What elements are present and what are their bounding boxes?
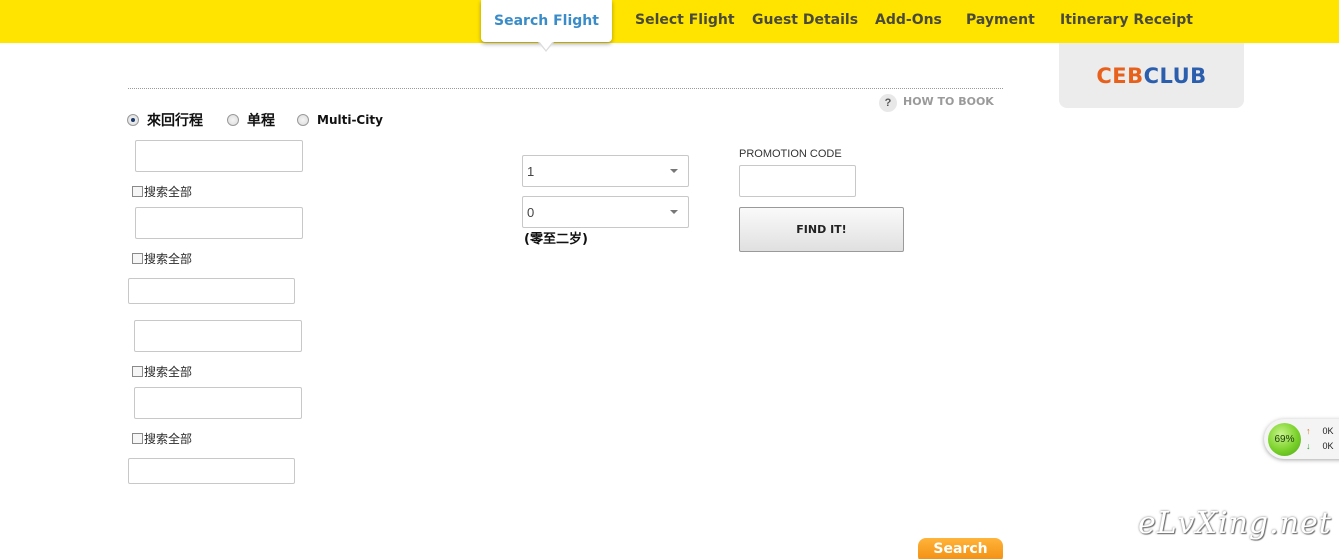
return-destination-search-all[interactable]: 搜索全部 [132, 430, 192, 447]
download-speed: 0K [1322, 441, 1334, 451]
how-to-book-link[interactable]: ? HOW TO BOOK [879, 91, 994, 112]
return-origin-search-all-label: 搜索全部 [144, 365, 193, 379]
tab-itinerary-receipt[interactable]: Itinerary Receipt [1060, 12, 1193, 28]
club-logo-ceb: CEB [1096, 63, 1144, 88]
origin-input[interactable] [135, 140, 303, 172]
chevron-down-icon [670, 169, 678, 173]
destination-search-all-label: 搜索全部 [144, 252, 193, 266]
search-button[interactable]: Search [918, 538, 1003, 559]
promotion-code-label: PROMOTION CODE [739, 148, 842, 160]
find-it-button[interactable]: FIND IT! [739, 207, 904, 252]
return-origin-search-all-checkbox[interactable] [132, 366, 143, 377]
tab-guest-details[interactable]: Guest Details [752, 12, 858, 28]
trip-type-round[interactable]: 來回行程 [127, 110, 203, 130]
adults-select[interactable]: 1 [522, 155, 689, 187]
adults-select-value: 1 [527, 163, 535, 179]
return-destination-search-all-label: 搜索全部 [144, 432, 193, 446]
multi-city-label: Multi-City [317, 113, 383, 127]
active-tab-pointer-inner [539, 41, 553, 50]
club-logo-club: CLUB [1143, 63, 1207, 88]
trip-type-multicity[interactable]: Multi-City [297, 113, 383, 127]
destination-input[interactable] [135, 207, 303, 239]
destination-search-all[interactable]: 搜索全部 [132, 250, 192, 267]
return-destination-search-all-checkbox[interactable] [132, 433, 143, 444]
tab-payment[interactable]: Payment [966, 12, 1035, 28]
return-date-input[interactable] [128, 458, 295, 484]
destination-search-all-checkbox[interactable] [132, 253, 143, 264]
origin-search-all-label: 搜索全部 [144, 185, 193, 199]
chevron-down-icon [670, 210, 678, 214]
upload-row: ↑ 0K [1306, 426, 1334, 436]
tab-select-flight[interactable]: Select Flight [635, 12, 735, 28]
children-select-value: 0 [527, 204, 535, 220]
multi-city-radio[interactable] [297, 114, 309, 126]
round-trip-label: 來回行程 [147, 113, 203, 129]
trip-type-oneway[interactable]: 单程 [227, 110, 275, 130]
children-select[interactable]: 0 [522, 196, 689, 228]
ceb-club-badge[interactable]: CEBCLUB [1059, 43, 1244, 108]
one-way-radio[interactable] [227, 114, 239, 126]
tab-add-ons[interactable]: Add-Ons [875, 12, 942, 28]
download-row: ↓ 0K [1306, 441, 1334, 451]
return-origin-input[interactable] [134, 320, 302, 352]
arrow-up-icon: ↑ [1306, 426, 1311, 436]
section-divider [128, 88, 1003, 89]
return-destination-input[interactable] [134, 387, 302, 419]
how-to-book-label: HOW TO BOOK [903, 95, 994, 108]
depart-date-input[interactable] [128, 278, 295, 304]
origin-search-all[interactable]: 搜索全部 [132, 183, 192, 200]
question-icon: ? [879, 94, 897, 112]
ceb-club-logo: CEBCLUB [1096, 64, 1206, 88]
upload-speed: 0K [1322, 426, 1334, 436]
round-trip-radio[interactable] [127, 114, 139, 126]
children-age-note: (零至二岁) [524, 232, 588, 247]
site-watermark: eLvXing.net [1138, 506, 1332, 541]
speed-percent-ball: 69% [1268, 423, 1301, 456]
network-speed-widget[interactable]: 69% ↑ 0K ↓ 0K [1264, 419, 1339, 459]
origin-search-all-checkbox[interactable] [132, 186, 143, 197]
promotion-code-input[interactable] [739, 165, 856, 197]
arrow-down-icon: ↓ [1306, 441, 1311, 451]
one-way-label: 单程 [247, 113, 275, 129]
tab-search-flight[interactable]: Search Flight [481, 0, 612, 42]
return-origin-search-all[interactable]: 搜索全部 [132, 363, 192, 380]
